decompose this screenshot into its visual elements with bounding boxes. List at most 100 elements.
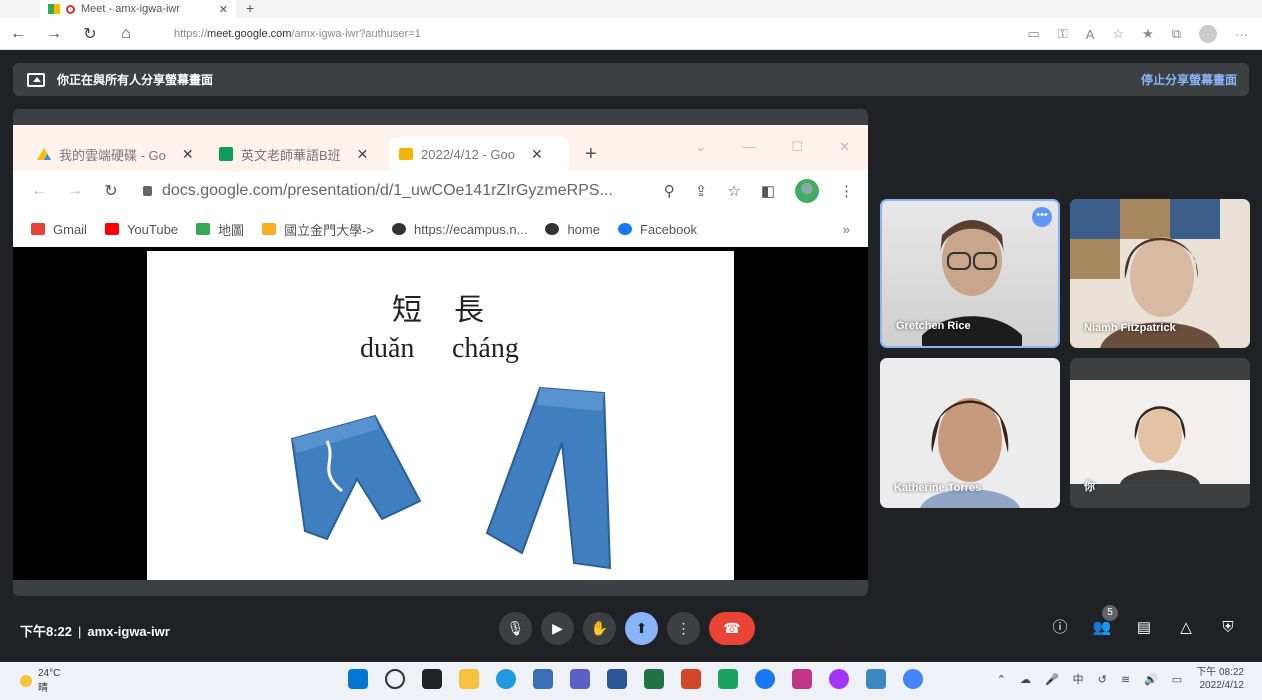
sharing-banner: 你正在與所有人分享螢幕畫面 停止分享螢幕畫面 [13, 63, 1249, 96]
stop-sharing-button[interactable]: 停止分享螢幕畫面 [1141, 71, 1237, 88]
more-bookmarks-icon[interactable]: » [843, 222, 850, 237]
forward-icon[interactable]: → [57, 182, 93, 200]
back-icon[interactable]: ← [0, 25, 36, 43]
edge-icon[interactable] [496, 669, 516, 689]
hang-up-icon: ☎ [723, 620, 741, 636]
close-window-icon[interactable]: ✕ [839, 139, 850, 155]
new-tab-icon[interactable]: + [246, 0, 254, 16]
shared-chrome-tab-strip: 我的雲端硬碟 - Go ✕ 英文老師華語B班 ✕ 2022/4/12 - Goo… [13, 125, 868, 171]
people-icon[interactable]: 👥 5 [1092, 605, 1118, 638]
participant-tile[interactable]: Katherine Torres [880, 358, 1060, 508]
edge-tab-meet[interactable]: Meet - amx-igwa-iwr ✕ [40, 0, 236, 18]
globe-icon [391, 223, 406, 235]
kebab-menu-icon[interactable]: ⋮ [839, 182, 854, 200]
edge-tab-strip: Meet - amx-igwa-iwr ✕ + [0, 0, 1262, 18]
share-icon[interactable]: ⇪ [695, 182, 708, 200]
excel-icon[interactable] [644, 669, 664, 689]
chevron-down-icon[interactable]: ⌄ [696, 139, 707, 155]
clock[interactable]: 下午 08:22 2022/4/12 [1196, 666, 1244, 692]
participant-tile[interactable]: Niamh Fitzpatrick [1070, 199, 1250, 348]
whiteboard-icon[interactable] [570, 669, 590, 689]
bookmark-ecampus[interactable]: https://ecampus.n... [391, 221, 528, 237]
powerpoint-icon[interactable] [681, 669, 701, 689]
info-icon[interactable]: ⓘ [1050, 618, 1070, 638]
minimize-icon[interactable]: — [742, 139, 755, 155]
key-icon[interactable]: ⚿ [1058, 26, 1068, 42]
bookmark-label: 國立金門大學-> [284, 222, 374, 238]
present-button[interactable]: ⬆ [625, 612, 658, 645]
meet-app-icon[interactable] [718, 669, 738, 689]
shared-tab-drive[interactable]: 我的雲端硬碟 - Go ✕ [27, 137, 207, 171]
facebook-icon[interactable] [755, 669, 775, 689]
bookmark-folder[interactable]: 國立金門大學-> [262, 220, 374, 239]
shared-address-bar[interactable]: docs.google.com/presentation/d/1_uwCOe14… [143, 182, 663, 200]
back-icon[interactable]: ← [21, 182, 57, 200]
messenger-icon[interactable] [829, 669, 849, 689]
ime-mode-icon[interactable]: ↺ [1098, 673, 1107, 686]
bookmark-star-icon[interactable]: ☆ [727, 182, 740, 200]
reload-icon[interactable]: ↻ [72, 24, 108, 44]
participant-tile-self[interactable]: 你 [1070, 358, 1250, 508]
more-options-icon[interactable]: ••• [1032, 207, 1052, 227]
windows-start-icon[interactable] [348, 669, 368, 689]
weather-widget[interactable]: 24°C 晴 [20, 668, 60, 694]
microphone-tray-icon[interactable]: 🎤 [1045, 673, 1059, 686]
chat-icon[interactable]: ▤ [1134, 618, 1154, 638]
participant-tile[interactable]: ••• Gretchen Rice [880, 199, 1060, 348]
new-tab-icon[interactable]: + [585, 143, 597, 166]
bookmark-facebook[interactable]: Facebook [617, 222, 697, 237]
bookmark-home[interactable]: home [545, 222, 600, 237]
shared-tab-slides[interactable]: 2022/4/12 - Goo ✕ [389, 137, 569, 171]
host-controls-icon[interactable]: ⛨ [1218, 618, 1238, 638]
activities-icon[interactable]: △ [1176, 618, 1196, 638]
profile-icon[interactable] [1199, 25, 1217, 43]
chrome-icon[interactable] [903, 669, 923, 689]
word-icon[interactable] [607, 669, 627, 689]
close-icon[interactable]: ✕ [357, 146, 369, 163]
shared-tab-sheet[interactable]: 英文老師華語B班 ✕ [209, 137, 389, 171]
recording-icon [66, 4, 75, 14]
favorites-icon[interactable]: ★ [1142, 26, 1154, 42]
bookmark-gmail[interactable]: Gmail [31, 222, 87, 237]
maximize-icon[interactable]: ☐ [791, 139, 803, 155]
chevron-up-icon[interactable]: ⌃ [997, 673, 1006, 686]
meeting-code: amx-igwa-iwr [87, 624, 170, 639]
reload-icon[interactable]: ↻ [93, 181, 129, 201]
avatar[interactable] [795, 179, 819, 203]
search-icon[interactable] [385, 669, 405, 689]
wifi-icon[interactable]: ≋ [1121, 673, 1130, 686]
address-bar[interactable]: https://meet.google.com/amx-igwa-iwr?aut… [174, 28, 421, 40]
leave-call-button[interactable]: ☎ [709, 612, 755, 645]
read-aloud-icon[interactable]: A [1086, 27, 1095, 42]
close-tab-icon[interactable]: ✕ [219, 3, 228, 16]
participant-name: Niamh Fitzpatrick [1084, 322, 1176, 334]
camera-icon[interactable]: ▭ [1028, 26, 1040, 42]
weather-temp: 24°C [38, 668, 61, 679]
display-icon[interactable] [866, 669, 886, 689]
battery-icon[interactable]: ▭ [1172, 673, 1182, 686]
forward-icon[interactable]: → [36, 25, 72, 43]
file-explorer-icon[interactable] [459, 669, 479, 689]
collections-icon[interactable]: ⧉ [1172, 26, 1181, 42]
ime-indicator[interactable]: 中 [1073, 671, 1084, 687]
side-panel-icon[interactable]: ◧ [761, 182, 775, 200]
microphone-button[interactable]: 🎙 [499, 612, 532, 645]
zoom-icon[interactable]: ⚲ [664, 182, 675, 200]
cloud-icon[interactable]: ☁ [1020, 673, 1031, 686]
close-icon[interactable]: ✕ [182, 146, 194, 163]
more-options-button[interactable]: ⋮ [667, 612, 700, 645]
task-view-icon[interactable] [422, 669, 442, 689]
bookmark-label: https://ecampus.n... [413, 221, 528, 237]
close-icon[interactable]: ✕ [531, 146, 543, 163]
bookmark-youtube[interactable]: YouTube [104, 222, 178, 237]
participant-count-badge: 5 [1102, 605, 1118, 621]
camera-button[interactable]: ▶ [541, 612, 574, 645]
store-icon[interactable] [533, 669, 553, 689]
favorite-add-icon[interactable]: ☆ [1112, 26, 1124, 42]
raise-hand-button[interactable]: ✋ [583, 612, 616, 645]
instagram-icon[interactable] [792, 669, 812, 689]
home-icon[interactable]: ⌂ [108, 25, 144, 43]
volume-icon[interactable]: 🔊 [1144, 673, 1158, 686]
more-icon[interactable]: ··· [1235, 27, 1248, 42]
bookmark-maps[interactable]: 地圖 [196, 220, 244, 239]
